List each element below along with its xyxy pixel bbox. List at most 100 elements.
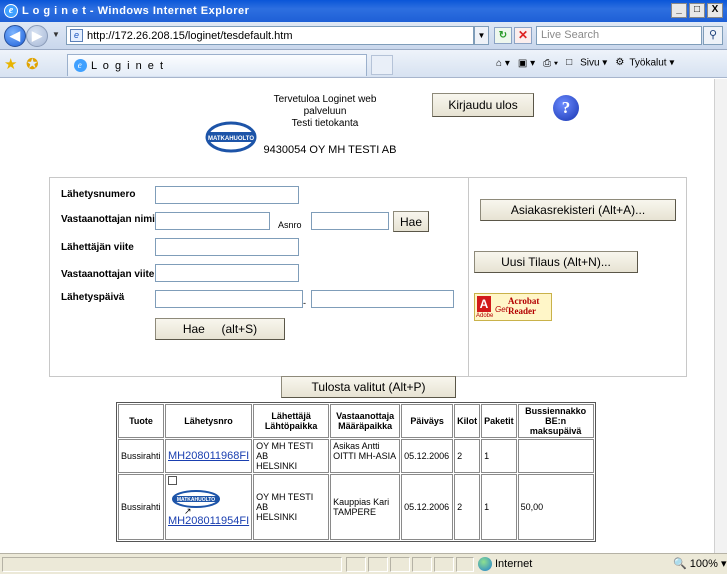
- lahetysnumero-input[interactable]: [155, 186, 299, 204]
- acrobat-reader-badge[interactable]: A Adobe Get Acrobat Reader: [474, 293, 552, 321]
- col-paketit: Paketit: [481, 404, 517, 438]
- new-tab-button[interactable]: [371, 55, 393, 75]
- acrobat-name: Acrobat Reader: [508, 296, 540, 316]
- col-vastaanottaja: Vastaanottaja Määräpaikka: [330, 404, 401, 438]
- globe-icon: [478, 557, 492, 571]
- lahettajan-viite-input[interactable]: [155, 238, 299, 256]
- back-button[interactable]: ◀: [4, 25, 26, 47]
- svg-text:MATKAHUOLTO: MATKAHUOLTO: [208, 136, 254, 142]
- welcome-line-2: Testi tietokanta: [291, 118, 359, 129]
- home-icon[interactable]: ⌂ ▾: [496, 58, 510, 69]
- status-cell: [456, 557, 474, 572]
- history-dropdown-icon[interactable]: ▼: [52, 30, 60, 39]
- lahetysnumero-label: Lähetysnumero: [61, 189, 136, 200]
- page-icon: e: [70, 29, 83, 42]
- select-checkbox[interactable]: [168, 476, 177, 485]
- cell-paketit: 1: [481, 474, 517, 540]
- date-range-separator: -: [303, 298, 306, 308]
- cell-lahettaja: OY MH TESTI AB HELSINKI: [253, 474, 330, 540]
- lahettajan-viite-label: Lähettäjän viite: [61, 242, 134, 253]
- cell-paivays: 05.12.2006: [401, 474, 454, 540]
- cell-kilot: 2: [454, 474, 481, 540]
- tools-menu[interactable]: ⚙ Työkalut ▾: [615, 57, 674, 69]
- cell-tuote: Bussirahti: [118, 474, 164, 540]
- asiakasrekisteri-button[interactable]: Asiakasrekisteri (Alt+A)...: [480, 199, 676, 221]
- lahetyspaiva-to-input[interactable]: [311, 290, 454, 308]
- status-cell: [434, 557, 454, 572]
- asnro-input[interactable]: [311, 212, 389, 230]
- stop-button[interactable]: ✕: [514, 27, 532, 44]
- shipment-link[interactable]: MH208011968FI: [168, 450, 249, 462]
- forward-button[interactable]: ▶: [26, 25, 48, 47]
- svg-text:MATKAHUOLTO: MATKAHUOLTO: [177, 497, 215, 503]
- status-cell: [368, 557, 388, 572]
- command-bar: ⌂ ▾ ▣ ▾ ⎙ ▾ □ Sivu ▾ ⚙ Työkalut ▾: [496, 57, 674, 69]
- vastaanottajan-nimi-label: Vastaanottajan nimi: [61, 214, 155, 225]
- asnro-label: Asnro: [278, 220, 302, 230]
- welcome-line-1: Tervetuloa Loginet web palveluun: [273, 94, 377, 117]
- adobe-brand: Adobe: [476, 313, 494, 319]
- vertical-scrollbar[interactable]: [714, 79, 727, 553]
- maximize-button[interactable]: □: [689, 3, 705, 18]
- page-menu[interactable]: □ Sivu ▾: [566, 57, 607, 69]
- window-title: L o g i n e t - Windows Internet Explore…: [22, 5, 250, 17]
- table-header-row: Tuote Lähetysnro Lähettäjä Lähtöpaikka V…: [118, 404, 594, 438]
- hae-button[interactable]: Hae (alt+S): [155, 318, 285, 340]
- security-zone[interactable]: Internet: [478, 557, 532, 571]
- address-field[interactable]: e http://172.26.208.15/loginet/tesdefaul…: [66, 26, 474, 45]
- cell-lahettaja: OY MH TESTI AB HELSINKI: [253, 439, 330, 473]
- col-bussiennakko: Bussiennakko BE:n maksupäivä: [517, 404, 594, 438]
- tulosta-valitut-button[interactable]: Tulosta valitut (Alt+P): [281, 376, 456, 398]
- window-controls: _ □ X: [671, 3, 723, 18]
- ie-icon: e: [4, 4, 18, 18]
- results-table: Tuote Lähetysnro Lähettäjä Lähtöpaikka V…: [116, 402, 596, 542]
- vastaanottajan-nimi-input[interactable]: [155, 212, 270, 230]
- address-url: http://172.26.208.15/loginet/tesdefault.…: [87, 29, 293, 42]
- tab-loginet[interactable]: e L o g i n e t: [67, 54, 367, 76]
- cell-bussiennakko: 50,00: [517, 474, 594, 540]
- vastaanottajan-viite-label: Vastaanottajan viite: [61, 269, 155, 280]
- table-row: Bussirahti MH208011968FI OY MH TESTI AB …: [118, 439, 594, 473]
- cell-paketit: 1: [481, 439, 517, 473]
- col-kilot: Kilot: [454, 404, 481, 438]
- status-cell: [346, 557, 366, 572]
- feeds-icon[interactable]: ▣ ▾: [518, 58, 535, 69]
- status-text-area: [2, 557, 342, 572]
- print-icon[interactable]: ⎙ ▾: [543, 58, 558, 69]
- lahetyspaiva-from-input[interactable]: [155, 290, 303, 308]
- lahetyspaiva-label: Lähetyspäivä: [61, 292, 125, 303]
- zoom-level[interactable]: 🔍 100% ▾: [673, 557, 726, 570]
- cell-lahetysnro: MATKAHUOLTO ↗ MH208011954FI: [165, 474, 253, 540]
- close-button[interactable]: X: [707, 3, 723, 18]
- uusi-tilaus-button[interactable]: Uusi Tilaus (Alt+N)...: [474, 251, 638, 273]
- hae-small-button[interactable]: Hae: [393, 211, 429, 232]
- shipment-link[interactable]: MH208011954FI: [168, 515, 249, 527]
- add-favorites-icon[interactable]: ✪: [26, 55, 39, 73]
- cell-vastaanottaja: Kauppias Kari TAMPERE: [330, 474, 401, 540]
- favorites-star-icon[interactable]: ★: [4, 55, 17, 73]
- window-title-bar: e L o g i n e t - Windows Internet Explo…: [0, 0, 727, 22]
- minimize-button[interactable]: _: [671, 3, 687, 18]
- tab-toolbar: ★ ✪ e L o g i n e t ⌂ ▾ ▣ ▾ ⎙ ▾ □ Sivu ▾ …: [0, 50, 727, 78]
- status-bar: Internet 🔍 100% ▾: [0, 553, 727, 574]
- page-content: MATKAHUOLTO Tervetuloa Loginet web palve…: [0, 79, 714, 553]
- address-dropdown-icon[interactable]: ▼: [474, 26, 489, 45]
- welcome-text: Tervetuloa Loginet web palveluun Testi t…: [255, 94, 395, 130]
- col-paivays: Päiväys: [401, 404, 454, 438]
- help-icon[interactable]: ?: [553, 95, 579, 121]
- address-toolbar: ◀ ▶ ▼ e http://172.26.208.15/loginet/tes…: [0, 22, 727, 50]
- refresh-button[interactable]: ↻: [494, 27, 512, 44]
- search-input[interactable]: Live Search: [536, 26, 702, 45]
- cell-bussiennakko: [517, 439, 594, 473]
- adobe-icon: A: [477, 296, 491, 312]
- search-icon[interactable]: ⚲: [703, 26, 723, 45]
- col-lahetysnro: Lähetysnro: [165, 404, 253, 438]
- page-menu-icon: □: [566, 57, 573, 68]
- col-tuote: Tuote: [118, 404, 164, 438]
- vastaanottajan-viite-input[interactable]: [155, 264, 299, 282]
- status-cell: [412, 557, 432, 572]
- table-row: Bussirahti MATKAHUOLTO ↗ MH208011954FI O…: [118, 474, 594, 540]
- cell-tuote: Bussirahti: [118, 439, 164, 473]
- logout-button[interactable]: Kirjaudu ulos: [432, 93, 534, 117]
- cell-lahetysnro: MH208011968FI: [165, 439, 253, 473]
